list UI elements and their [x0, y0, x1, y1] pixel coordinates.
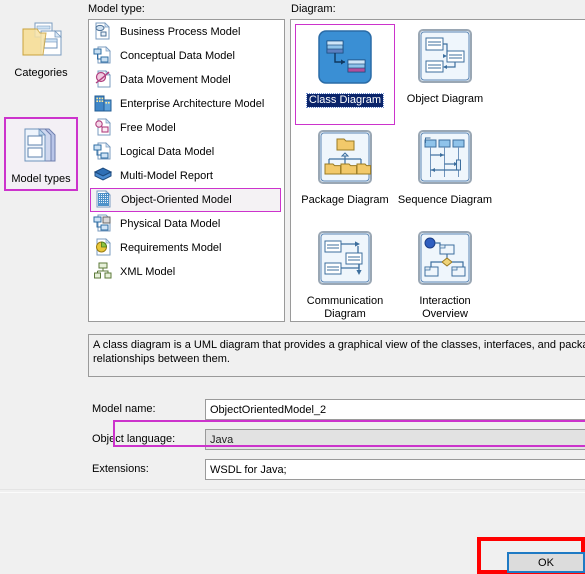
- physical-data-icon: [93, 213, 115, 235]
- object-diagram-icon: [414, 27, 476, 89]
- multi-model-report-icon: [93, 165, 115, 187]
- model-type-item-multi-model-report[interactable]: Multi-Model Report: [89, 164, 284, 188]
- model-type-label: Physical Data Model: [120, 218, 221, 230]
- model-type-label: Enterprise Architecture Model: [120, 98, 265, 110]
- model-type-item-xml[interactable]: XML Model: [89, 260, 284, 284]
- model-type-caption: Model type:: [88, 3, 145, 15]
- diagram-item-class-diagram[interactable]: Class Diagram: [295, 24, 395, 125]
- diagram-item-label: Class Diagram: [305, 93, 385, 108]
- diagram-item-communication-diagram[interactable]: Communication Diagram: [295, 226, 395, 321]
- diagram-list[interactable]: Class Diagram Object Diagram Package Dia…: [290, 19, 585, 322]
- model-type-item-requirements[interactable]: Requirements Model: [89, 236, 284, 260]
- model-type-label: Logical Data Model: [120, 146, 215, 158]
- stacked-pages-icon: [6, 123, 76, 170]
- form-row-model-name: Model name:: [88, 399, 585, 421]
- model-type-item-object-oriented[interactable]: Object-Oriented Model: [90, 188, 281, 212]
- diagram-caption: Diagram:: [291, 3, 336, 15]
- model-type-item-enterprise-architecture[interactable]: Enterprise Architecture Model: [89, 92, 284, 116]
- diagram-item-label: Interaction Overview Diagram: [419, 295, 471, 320]
- diagram-item-label: Object Diagram: [406, 93, 484, 105]
- data-movement-icon: [93, 69, 115, 91]
- model-type-label: Data Movement Model: [120, 74, 231, 86]
- object-oriented-icon: [94, 189, 116, 211]
- extensions-input[interactable]: [205, 459, 585, 480]
- model-type-label: Multi-Model Report: [120, 170, 213, 182]
- object-language-label: Object language:: [92, 433, 176, 445]
- diagram-item-package-diagram[interactable]: Package Diagram: [295, 125, 395, 226]
- diagram-item-interaction-overview[interactable]: Interaction Overview Diagram: [395, 226, 495, 321]
- conceptual-data-icon: [93, 45, 115, 67]
- free-model-icon: [93, 117, 115, 139]
- model-type-item-business-process[interactable]: Business Process Model: [89, 20, 284, 44]
- model-type-label: Free Model: [120, 122, 176, 134]
- diagram-description: A class diagram is a UML diagram that pr…: [88, 334, 585, 377]
- package-diagram-icon: [314, 128, 376, 190]
- object-language-input[interactable]: [205, 429, 585, 450]
- form-row-extensions: Extensions:: [88, 459, 585, 481]
- model-type-label: Requirements Model: [120, 242, 222, 254]
- logical-data-icon: [93, 141, 115, 163]
- ok-button[interactable]: OK: [507, 552, 585, 573]
- model-type-item-free-model[interactable]: Free Model: [89, 116, 284, 140]
- model-type-label: Conceptual Data Model: [120, 50, 235, 62]
- diagram-item-label: Communication Diagram: [306, 295, 384, 320]
- folder-pages-icon: [4, 17, 78, 64]
- model-type-item-conceptual-data[interactable]: Conceptual Data Model: [89, 44, 284, 68]
- model-form: Model name: Object language: Extensions:: [88, 386, 585, 482]
- model-name-input[interactable]: [205, 399, 585, 420]
- enterprise-architecture-icon: [93, 93, 115, 115]
- business-process-icon: [93, 21, 115, 43]
- extensions-label: Extensions:: [92, 463, 149, 475]
- model-type-list[interactable]: Business Process Model Conceptual Data M…: [88, 19, 285, 322]
- class-diagram-icon: [314, 28, 376, 90]
- navigation-rail: Categories Model types: [0, 0, 84, 500]
- rail-item-model-types[interactable]: Model types: [4, 117, 78, 191]
- xml-model-icon: [93, 261, 115, 283]
- model-name-label: Model name:: [92, 403, 156, 415]
- rail-item-label: Categories: [14, 67, 68, 79]
- model-type-item-logical-data[interactable]: Logical Data Model: [89, 140, 284, 164]
- model-type-item-data-movement[interactable]: Data Movement Model: [89, 68, 284, 92]
- sequence-diagram-icon: [414, 128, 476, 190]
- diagram-item-label: Package Diagram: [301, 194, 389, 206]
- model-type-label: XML Model: [120, 266, 176, 278]
- model-type-item-physical-data[interactable]: Physical Data Model: [89, 212, 284, 236]
- model-type-label: Object-Oriented Model: [121, 194, 232, 206]
- rail-item-label: Model types: [11, 173, 71, 185]
- footer-separator: [0, 489, 585, 493]
- diagram-item-label: Sequence Diagram: [397, 194, 493, 206]
- communication-diagram-icon: [314, 229, 376, 291]
- model-type-label: Business Process Model: [120, 26, 241, 38]
- diagram-item-sequence-diagram[interactable]: Sequence Diagram: [395, 125, 495, 226]
- form-row-object-language: Object language:: [88, 429, 585, 451]
- interaction-overview-icon: [414, 229, 476, 291]
- rail-item-categories[interactable]: Categories: [4, 17, 78, 80]
- requirements-icon: [93, 237, 115, 259]
- diagram-item-object-diagram[interactable]: Object Diagram: [395, 24, 495, 125]
